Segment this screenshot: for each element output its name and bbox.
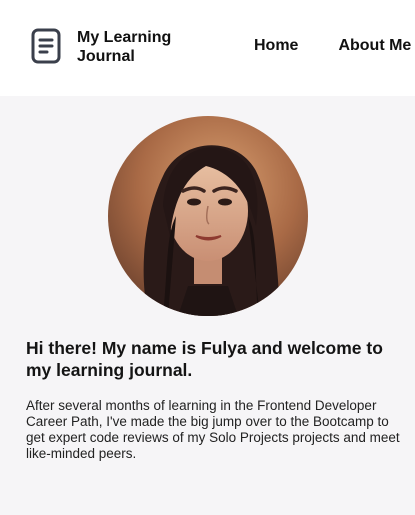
hero-headline: Hi there! My name is Fulya and welcome t…	[26, 338, 383, 380]
nav-home-link[interactable]: Home	[254, 37, 298, 55]
main-nav: Home About Me	[254, 37, 411, 55]
brand-title: My Learning Journal	[77, 29, 172, 65]
document-icon	[31, 28, 61, 64]
profile-avatar	[108, 116, 308, 316]
brand-link[interactable]: My Learning Journal	[31, 28, 171, 65]
hero-intro: After several months of learning in the …	[26, 398, 400, 461]
site-header: My Learning Journal Home About Me	[0, 0, 415, 96]
profile-photo	[108, 116, 308, 316]
nav-about-link[interactable]: About Me	[338, 37, 411, 55]
